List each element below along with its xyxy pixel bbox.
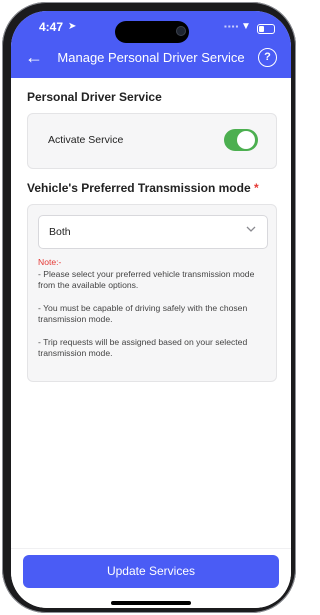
home-indicator [111, 601, 191, 605]
transmission-heading: Vehicle's Preferred Transmission mode * [27, 181, 259, 195]
app-header: 4:47 ➤ ▪▪▪▪ ▼ ← Manage Personal Driver S… [11, 11, 291, 78]
wifi-icon: ▼ [241, 21, 251, 32]
transmission-select-value: Both [49, 226, 71, 238]
title-bar: ← Manage Personal Driver Service ? [11, 45, 291, 73]
camera-icon [176, 26, 186, 36]
app-screen: 4:47 ➤ ▪▪▪▪ ▼ ← Manage Personal Driver S… [11, 11, 291, 608]
note-line-3: - Trip requests will be assigned based o… [38, 336, 248, 359]
status-bar: 4:47 ➤ ▪▪▪▪ ▼ [11, 19, 291, 43]
required-mark: * [253, 181, 259, 195]
page-title: Manage Personal Driver Service [57, 50, 245, 65]
chevron-down-icon [245, 223, 257, 238]
transmission-heading-text: Vehicle's Preferred Transmission mode [27, 181, 251, 195]
transmission-note: Note:- - Please select your preferred ve… [38, 257, 268, 360]
transmission-select[interactable]: Both [38, 215, 268, 249]
location-arrow-icon: ➤ [68, 21, 77, 32]
activate-service-label: Activate Service [48, 134, 124, 146]
update-services-button[interactable]: Update Services [23, 555, 279, 588]
toggle-knob [237, 131, 255, 149]
battery-icon [257, 24, 275, 34]
help-icon[interactable]: ? [258, 48, 277, 67]
activate-service-toggle[interactable] [224, 129, 258, 151]
main-content: Personal Driver Service Activate Service… [11, 78, 291, 548]
signal-icon: ▪▪▪▪ [224, 22, 240, 31]
note-line-1: - Please select your preferred vehicle t… [38, 268, 255, 291]
footer: Update Services [11, 548, 291, 608]
phone-frame: 4:47 ➤ ▪▪▪▪ ▼ ← Manage Personal Driver S… [2, 2, 296, 613]
phone-mockup: 4:47 ➤ ▪▪▪▪ ▼ ← Manage Personal Driver S… [0, 0, 300, 615]
service-heading: Personal Driver Service [27, 90, 162, 104]
status-time: 4:47 [39, 20, 64, 34]
note-title: Note:- [38, 257, 62, 267]
note-line-2: - You must be capable of driving safely … [38, 302, 248, 325]
transmission-card: Both Note:- - Please select your preferr… [27, 204, 277, 382]
service-card: Activate Service [27, 113, 277, 169]
